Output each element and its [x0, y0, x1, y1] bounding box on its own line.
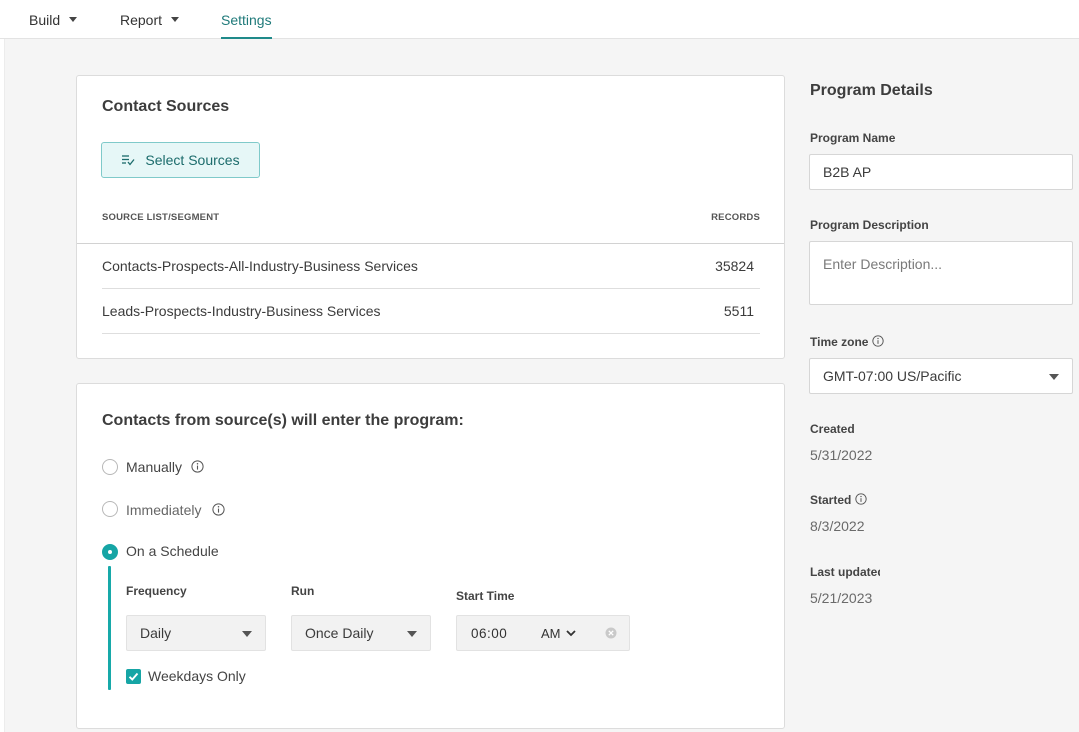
manually-radio[interactable]	[102, 459, 118, 475]
time-zone-label: Time zone	[810, 335, 869, 349]
row-divider	[102, 288, 760, 289]
table-header-divider	[77, 243, 784, 244]
program-name-label: Program Name	[810, 131, 896, 145]
info-icon[interactable]	[855, 493, 867, 505]
tab-report-label: Report	[120, 11, 163, 28]
immediately-radio[interactable]	[102, 501, 118, 517]
dropdown-arrow-icon	[1049, 374, 1059, 380]
contact-sources-title: Contact Sources	[102, 98, 230, 115]
last-updated-label: Last updated	[810, 565, 880, 579]
program-entry-card: Contacts from source(s) will enter the p…	[76, 383, 785, 729]
immediately-label: Immediately	[126, 502, 202, 518]
left-edge-panel	[0, 39, 5, 732]
info-icon[interactable]	[212, 503, 225, 516]
column-header-records: RECORDS	[711, 212, 760, 223]
chevron-down-icon[interactable]	[566, 630, 576, 637]
created-value: 5/31/2022	[810, 447, 873, 463]
program-description-input[interactable]	[809, 241, 1073, 305]
records-cell: 5511	[723, 303, 754, 319]
time-zone-value: GMT-07:00 US/Pacific	[823, 368, 962, 384]
start-time-input[interactable]: 06:00 AM	[456, 615, 630, 651]
clear-icon[interactable]	[605, 627, 617, 639]
frequency-select[interactable]: Daily	[126, 615, 266, 651]
time-zone-select[interactable]: GMT-07:00 US/Pacific	[809, 358, 1073, 394]
frequency-value: Daily	[140, 625, 172, 641]
run-value: Once Daily	[305, 625, 374, 641]
program-entry-title: Contacts from source(s) will enter the p…	[102, 412, 464, 429]
tab-settings-label: Settings	[221, 11, 272, 28]
row-divider	[102, 333, 760, 334]
ampm-value[interactable]: AM	[541, 626, 561, 641]
manually-label: Manually	[126, 459, 183, 475]
chevron-down-icon	[69, 17, 78, 22]
select-sources-label: Select Sources	[145, 152, 240, 168]
select-list-icon	[122, 155, 135, 166]
top-nav: Build Report Settings	[0, 0, 1079, 39]
program-details-title: Program Details	[810, 82, 933, 99]
program-description-label: Program Description	[810, 218, 929, 232]
tab-build[interactable]: Build	[29, 0, 78, 39]
weekdays-only-label: Weekdays Only	[148, 668, 246, 684]
tab-build-label: Build	[29, 11, 61, 28]
tab-settings[interactable]: Settings	[221, 0, 272, 39]
started-value: 8/3/2022	[810, 518, 865, 534]
weekdays-only-checkbox[interactable]	[126, 669, 141, 684]
run-label: Run	[291, 584, 315, 598]
start-time-value[interactable]: 06:00	[471, 626, 507, 641]
dropdown-arrow-icon	[407, 631, 417, 637]
source-name-cell: Leads-Prospects-Industry-Business Servic…	[102, 303, 381, 319]
on-a-schedule-radio[interactable]	[102, 544, 118, 560]
info-icon[interactable]	[872, 335, 884, 347]
run-select[interactable]: Once Daily	[291, 615, 431, 651]
frequency-label: Frequency	[126, 584, 187, 598]
schedule-indicator-bar	[108, 566, 111, 690]
on-a-schedule-label: On a Schedule	[126, 543, 219, 559]
dropdown-arrow-icon	[242, 631, 252, 637]
start-time-label: Start Time	[456, 589, 515, 603]
tab-report[interactable]: Report	[120, 0, 180, 39]
created-label: Created	[810, 422, 855, 436]
chevron-down-icon	[171, 17, 180, 22]
contact-sources-card: Contact Sources Select Sources SOURCE LI…	[76, 75, 785, 359]
checkmark-icon	[128, 672, 139, 681]
select-sources-button[interactable]: Select Sources	[101, 142, 260, 178]
started-label: Started	[810, 493, 852, 507]
column-header-source: SOURCE LIST/SEGMENT	[102, 212, 220, 223]
source-name-cell: Contacts-Prospects-All-Industry-Business…	[102, 258, 418, 274]
program-name-input[interactable]	[809, 154, 1073, 190]
records-cell: 35824	[715, 258, 754, 274]
last-updated-value: 5/21/2023	[810, 590, 873, 606]
info-icon[interactable]	[191, 460, 204, 473]
